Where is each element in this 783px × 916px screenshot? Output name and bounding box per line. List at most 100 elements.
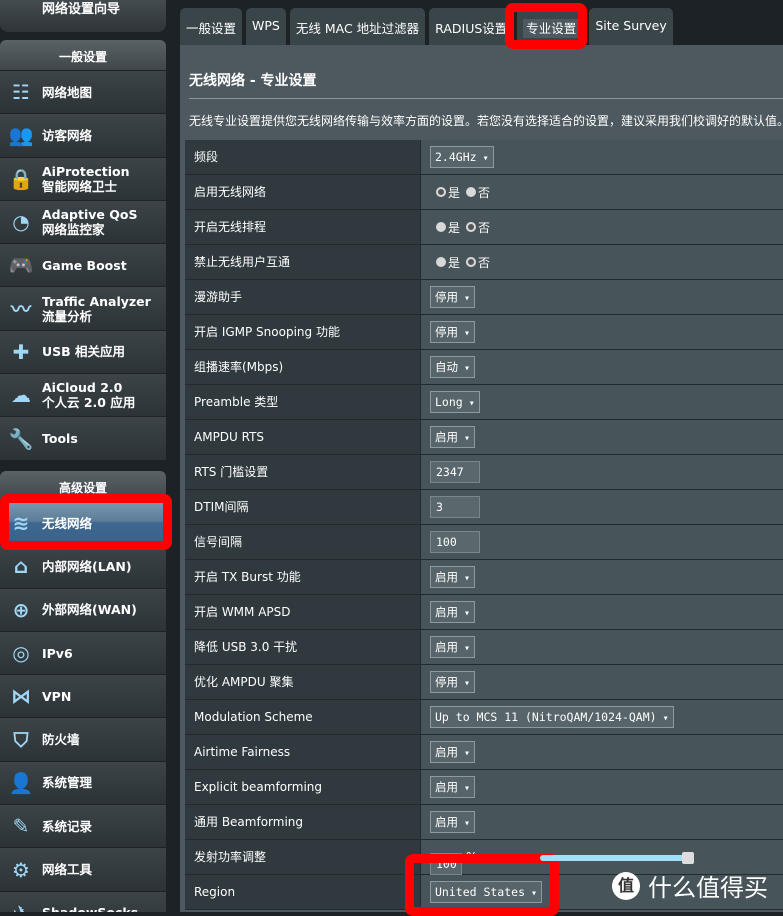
radio-label-no: 否 bbox=[478, 220, 491, 235]
sidebar-item-general-8[interactable]: 🔧 Tools bbox=[0, 416, 166, 460]
sidebar-item-general-7[interactable]: ☁ AiCloud 2.0 个人云 2.0 应用 bbox=[0, 373, 166, 417]
sidebar-item-advanced-7[interactable]: ✎ 系统记录 bbox=[0, 804, 166, 848]
sidebar-item-advanced-6[interactable]: 👤 系统管理 bbox=[0, 760, 166, 805]
radio-no[interactable] bbox=[466, 187, 477, 197]
setting-value: 启用 bbox=[421, 560, 783, 594]
setting-label: 开启 TX Burst 功能 bbox=[185, 560, 421, 594]
setting-input[interactable]: 2347 bbox=[430, 461, 480, 483]
tab-1[interactable]: WPS bbox=[246, 8, 286, 45]
setting-label: 频段 bbox=[185, 140, 421, 174]
setting-value: 启用 bbox=[421, 805, 783, 839]
setting-input[interactable]: 3 bbox=[430, 496, 480, 518]
setting-select[interactable]: 2.4GHz bbox=[430, 146, 494, 168]
power-slider[interactable] bbox=[540, 852, 694, 864]
setting-select[interactable]: 启用 bbox=[430, 566, 476, 588]
radio-no[interactable] bbox=[466, 257, 477, 267]
sidebar-item-advanced-4[interactable]: ⋈ VPN bbox=[0, 674, 166, 718]
setting-row: 优化 AMPDU 聚集 停用 bbox=[185, 665, 783, 700]
setting-row: AMPDU RTS 启用 bbox=[185, 420, 783, 455]
setting-input[interactable]: 100 bbox=[430, 531, 480, 553]
setting-row: 启用无线网络是否 bbox=[185, 175, 783, 210]
setting-row: 通用 Beamforming 启用 bbox=[185, 805, 783, 840]
setting-value: 启用 bbox=[421, 770, 783, 804]
sidebar-item-advanced-9[interactable]: ✈ ShadowSocks bbox=[0, 890, 166, 912]
tab-label: RADIUS设置 bbox=[435, 21, 508, 36]
radio-yes[interactable] bbox=[436, 187, 446, 197]
sidebar-item-general-4[interactable]: 🎮 Game Boost bbox=[0, 243, 166, 287]
sidebar-item-general-2[interactable]: 🔒 AiProtection 智能网络卫士 bbox=[0, 156, 166, 200]
page-description: 无线专业设置提供您无线网络传输与效率方面的设置。若您没有选择适合的设置，建议采用… bbox=[189, 114, 783, 128]
annotation-box-sidebar bbox=[0, 494, 172, 550]
setting-row: 漫游助手 停用 bbox=[185, 280, 783, 315]
setting-select[interactable]: 启用 bbox=[430, 636, 476, 658]
radio-label-yes: 是 bbox=[448, 220, 461, 235]
sidebar-item-label: IPv6 bbox=[42, 645, 73, 661]
setting-value: Long bbox=[421, 385, 783, 419]
puzzle-icon: ✚ bbox=[12, 339, 30, 364]
wrench-icon: 🔧 bbox=[8, 426, 34, 451]
tab-2[interactable]: 无线 MAC 地址过滤器 bbox=[289, 8, 426, 45]
radio-yes[interactable] bbox=[436, 257, 446, 267]
shadowsocks-icon: ✈ bbox=[6, 900, 36, 912]
slider-handle[interactable] bbox=[682, 852, 694, 864]
setting-select[interactable]: 启用 bbox=[430, 776, 476, 798]
setting-row: Airtime Fairness 启用 bbox=[185, 735, 783, 770]
setting-value: 停用 bbox=[421, 665, 783, 699]
setting-select[interactable]: 启用 bbox=[430, 811, 476, 833]
setting-label: Explicit beamforming bbox=[185, 770, 421, 804]
tab-0[interactable]: 一般设置 bbox=[180, 8, 243, 45]
setting-value: 停用 bbox=[421, 280, 783, 314]
setting-label: 信号间隔 bbox=[185, 525, 421, 559]
setting-row: 信号间隔 100 bbox=[185, 525, 783, 560]
setting-select[interactable]: 停用 bbox=[430, 671, 476, 693]
setting-label: 通用 Beamforming bbox=[185, 805, 421, 839]
sidebar-item-wizard[interactable]: 网络设置向导 bbox=[0, 0, 166, 32]
sidebar-item-advanced-2[interactable]: ⊕ 外部网络(WAN) bbox=[0, 587, 166, 631]
sidebar-item-advanced-8[interactable]: ⚙ 网络工具 bbox=[0, 847, 166, 891]
setting-select[interactable]: 自动 bbox=[430, 356, 476, 378]
setting-label: 开启 WMM APSD bbox=[185, 595, 421, 629]
network-map-icon: ☷ bbox=[12, 80, 30, 105]
tools-icon: ⚙ bbox=[12, 857, 30, 882]
setting-row: Preamble 类型 Long bbox=[185, 385, 783, 420]
setting-row: 开启 IGMP Snooping 功能 停用 bbox=[185, 315, 783, 350]
tab-5[interactable]: Site Survey bbox=[589, 8, 673, 45]
setting-row: 开启无线排程是否 bbox=[185, 210, 783, 245]
setting-label: 组播速率(Mbps) bbox=[185, 350, 421, 384]
setting-select[interactable]: Up to MCS 11 (NitroQAM/1024-QAM) bbox=[430, 706, 674, 728]
sidebar-item-advanced-5[interactable]: ⛉ 防火墙 bbox=[0, 717, 166, 761]
sidebar-item-advanced-3[interactable]: ◎ IPv6 bbox=[0, 630, 166, 675]
sidebar-item-label: 访客网络 bbox=[42, 127, 93, 143]
radio-no[interactable] bbox=[466, 222, 477, 232]
cloud-icon: ☁ bbox=[11, 383, 31, 408]
setting-row: Modulation Scheme Up to MCS 11 (NitroQAM/… bbox=[185, 700, 783, 735]
tab-3[interactable]: RADIUS设置 bbox=[429, 8, 514, 45]
sidebar-item-label: Adaptive QoS 网络监控家 bbox=[42, 207, 138, 238]
sidebar-item-general-6[interactable]: ✚ USB 相关应用 bbox=[0, 329, 166, 374]
setting-select[interactable]: Long bbox=[430, 391, 480, 413]
radio-label-no: 否 bbox=[478, 185, 491, 200]
setting-select[interactable]: 停用 bbox=[430, 286, 476, 308]
setting-value: 100 bbox=[421, 525, 783, 559]
lock-icon: 🔒 bbox=[8, 166, 34, 191]
setting-value: 自动 bbox=[421, 350, 783, 384]
sidebar-item-label: 内部网络(LAN) bbox=[42, 558, 132, 574]
sidebar: 网络设置向导 一般设置 ☷ 网络地图 👥 访客网络 🔒 AiProtection 智能网络… bbox=[0, 0, 167, 912]
tab-label: 一般设置 bbox=[186, 21, 237, 36]
sidebar-item-label: ShadowSocks bbox=[42, 905, 138, 912]
radio-yes[interactable] bbox=[436, 222, 446, 232]
sidebar-item-general-5[interactable]: 〰 Traffic Analyzer 流量分析 bbox=[0, 286, 166, 330]
sidebar-item-general-3[interactable]: ◔ Adaptive QoS 网络监控家 bbox=[0, 199, 166, 244]
setting-row: DTIM间隔 3 bbox=[185, 490, 783, 525]
setting-label: DTIM间隔 bbox=[185, 490, 421, 524]
sidebar-item-advanced-1[interactable]: ⌂ 内部网络(LAN) bbox=[0, 544, 166, 588]
setting-select[interactable]: 启用 bbox=[430, 601, 476, 623]
setting-select[interactable]: 停用 bbox=[430, 321, 476, 343]
gamepad-icon: 🎮 bbox=[8, 253, 34, 278]
sidebar-item-general-0[interactable]: ☷ 网络地图 bbox=[0, 70, 166, 114]
setting-select[interactable]: 启用 bbox=[430, 741, 476, 763]
setting-row: 降低 USB 3.0 干扰 启用 bbox=[185, 630, 783, 665]
setting-label: RTS 门槛设置 bbox=[185, 455, 421, 489]
sidebar-item-general-1[interactable]: 👥 访客网络 bbox=[0, 113, 166, 157]
setting-select[interactable]: 启用 bbox=[430, 426, 476, 448]
